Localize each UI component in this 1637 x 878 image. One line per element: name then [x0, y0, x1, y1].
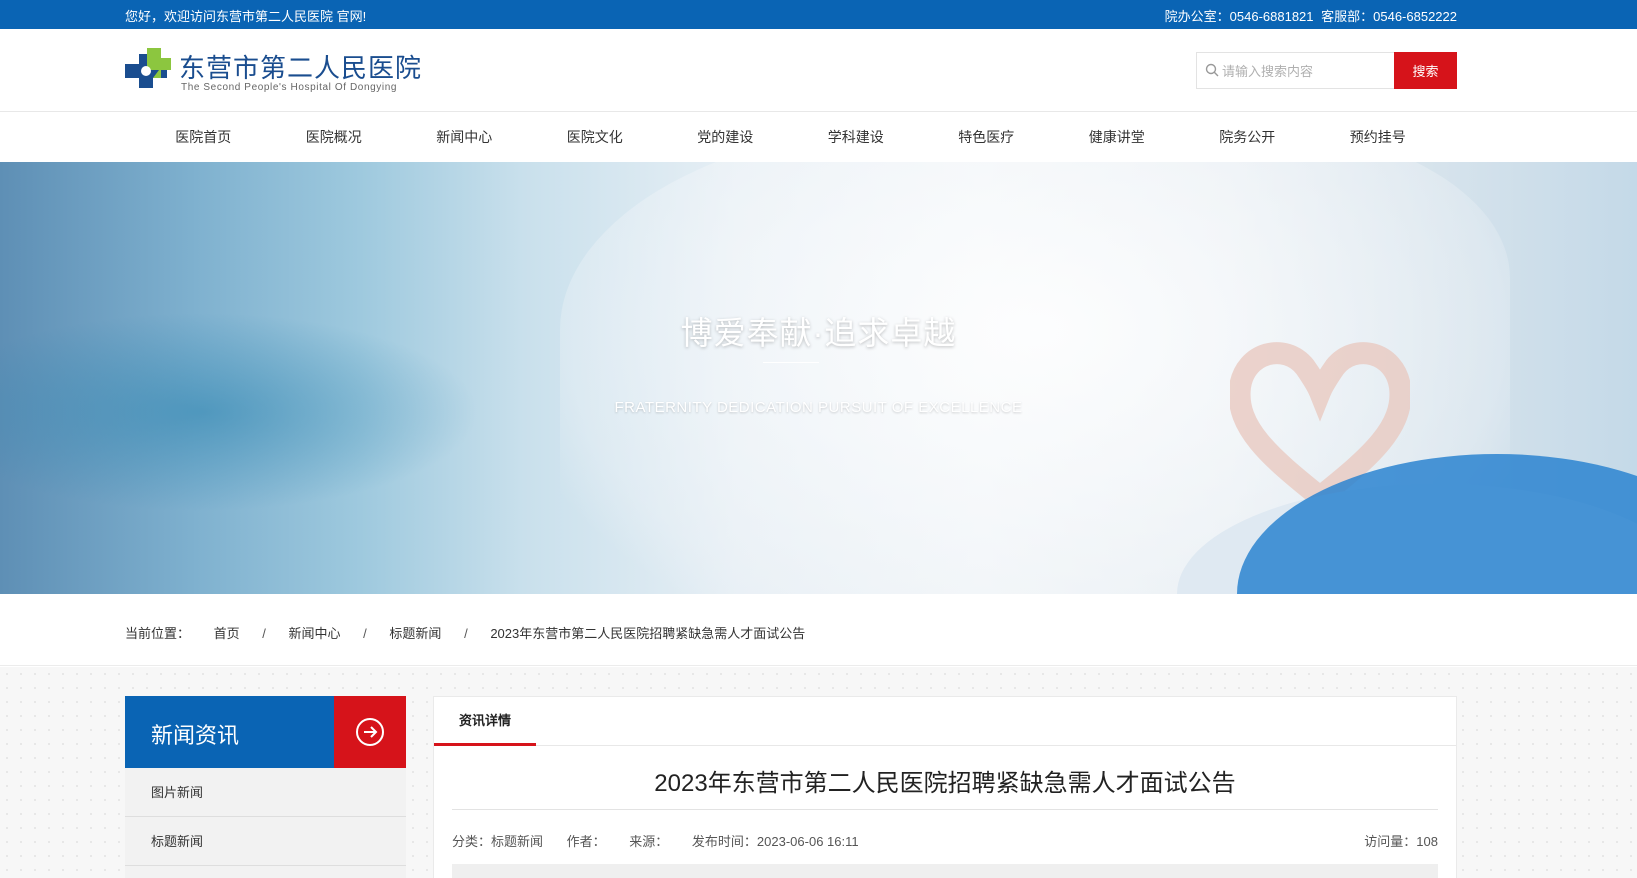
nav-item-appointment[interactable]: 预约挂号 [1313, 112, 1444, 162]
breadcrumb-current: 2023年东营市第二人民医院招聘紧缺急需人才面试公告 [490, 626, 806, 641]
banner-slogan: 博爱奉献·追求卓越 [680, 315, 957, 351]
nav-item-health-lectures[interactable]: 健康讲堂 [1052, 112, 1183, 162]
breadcrumb-news-center[interactable]: 新闻中心 [289, 626, 341, 641]
service-phone: 客服部：0546-6852222 [1321, 9, 1457, 24]
top-bar: 您好，欢迎访问东营市第二人民医院 官网! 院办公室：0546-6881821 客… [0, 0, 1637, 29]
article-views: 访问量：108 [1364, 834, 1438, 849]
article-category: 分类：标题新闻 [452, 834, 544, 849]
content-area: 新闻资讯 图片新闻 标题新闻 资讯详情 2023年东营市第二人民医院招聘紧缺急需… [0, 667, 1637, 878]
contact-info: 院办公室：0546-6881821 客服部：0546-6852222 [1161, 6, 1457, 25]
office-phone: 院办公室：0546-6881821 [1164, 9, 1314, 24]
nav-item-news[interactable]: 新闻中心 [399, 112, 530, 162]
nav-item-party[interactable]: 党的建设 [660, 112, 791, 162]
nav-item-public-affairs[interactable]: 院务公开 [1182, 112, 1313, 162]
site-header: 东营市第二人民医院 The Second People's Hospital O… [0, 29, 1637, 112]
breadcrumb-headline-news[interactable]: 标题新闻 [389, 626, 441, 641]
sidebar-item-more[interactable] [125, 866, 406, 878]
logo-english-name: The Second People's Hospital Of Dongying [181, 82, 398, 93]
article-divider [452, 809, 1438, 810]
nav-item-disciplines[interactable]: 学科建设 [791, 112, 922, 162]
tab-article-detail[interactable]: 资讯详情 [434, 697, 536, 746]
sidebar-item-headline-news[interactable]: 标题新闻 [125, 817, 406, 866]
search-box: 搜索 [1196, 52, 1457, 89]
hero-banner: 博爱奉献·追求卓越 FRATERNITY DEDICATION PURSUIT … [0, 162, 1637, 594]
logo-cross-icon [125, 48, 171, 88]
article-source: 来源： [629, 834, 669, 849]
nav-item-culture[interactable]: 医院文化 [530, 112, 661, 162]
breadcrumb-separator: / [464, 626, 468, 641]
article-author: 作者： [566, 834, 606, 849]
article-publish-time: 发布时间：2023-06-06 16:11 [691, 834, 859, 849]
breadcrumb-separator: / [262, 626, 266, 641]
breadcrumb-home[interactable]: 首页 [214, 626, 240, 641]
search-icon [1205, 63, 1219, 77]
article-body [452, 864, 1438, 878]
breadcrumb: 当前位置： 首页 / 新闻中心 / 标题新闻 / 2023年东营市第二人民医院招… [0, 594, 1637, 666]
welcome-text: 您好，欢迎访问东营市第二人民医院 官网! [125, 9, 367, 24]
hospital-logo[interactable]: 东营市第二人民医院 The Second People's Hospital O… [125, 46, 425, 96]
article-meta: 分类：标题新闻 作者： 来源： 发布时间：2023-06-06 16:11 访问… [452, 831, 1438, 850]
sidebar-item-photo-news[interactable]: 图片新闻 [125, 768, 406, 817]
sidebar-more-button[interactable] [334, 696, 406, 768]
breadcrumb-label: 当前位置： [125, 626, 191, 641]
main-nav: 医院首页 医院概况 新闻中心 医院文化 党的建设 学科建设 特色医疗 健康讲堂 … [0, 112, 1637, 162]
search-button[interactable]: 搜索 [1394, 52, 1457, 89]
nav-item-overview[interactable]: 医院概况 [269, 112, 400, 162]
sidebar: 新闻资讯 图片新闻 标题新闻 [125, 696, 406, 878]
search-input[interactable] [1222, 59, 1387, 83]
banner-divider [763, 362, 819, 363]
nav-item-featured-medical[interactable]: 特色医疗 [921, 112, 1052, 162]
arrow-right-circle-icon [356, 718, 384, 746]
nav-item-home[interactable]: 医院首页 [138, 112, 269, 162]
logo-chinese-name: 东营市第二人民医院 [179, 54, 423, 84]
banner-slogan-english: FRATERNITY DEDICATION PURSUIT OF EXCELLE… [614, 399, 1023, 416]
breadcrumb-separator: / [363, 626, 367, 641]
article-panel: 资讯详情 2023年东营市第二人民医院招聘紧缺急需人才面试公告 分类：标题新闻 … [433, 696, 1457, 878]
sidebar-title: 新闻资讯 [151, 723, 240, 748]
sidebar-header: 新闻资讯 [125, 696, 406, 768]
article-tab-bar: 资讯详情 [434, 697, 1456, 746]
article-title: 2023年东营市第二人民医院招聘紧缺急需人才面试公告 [654, 770, 1236, 797]
